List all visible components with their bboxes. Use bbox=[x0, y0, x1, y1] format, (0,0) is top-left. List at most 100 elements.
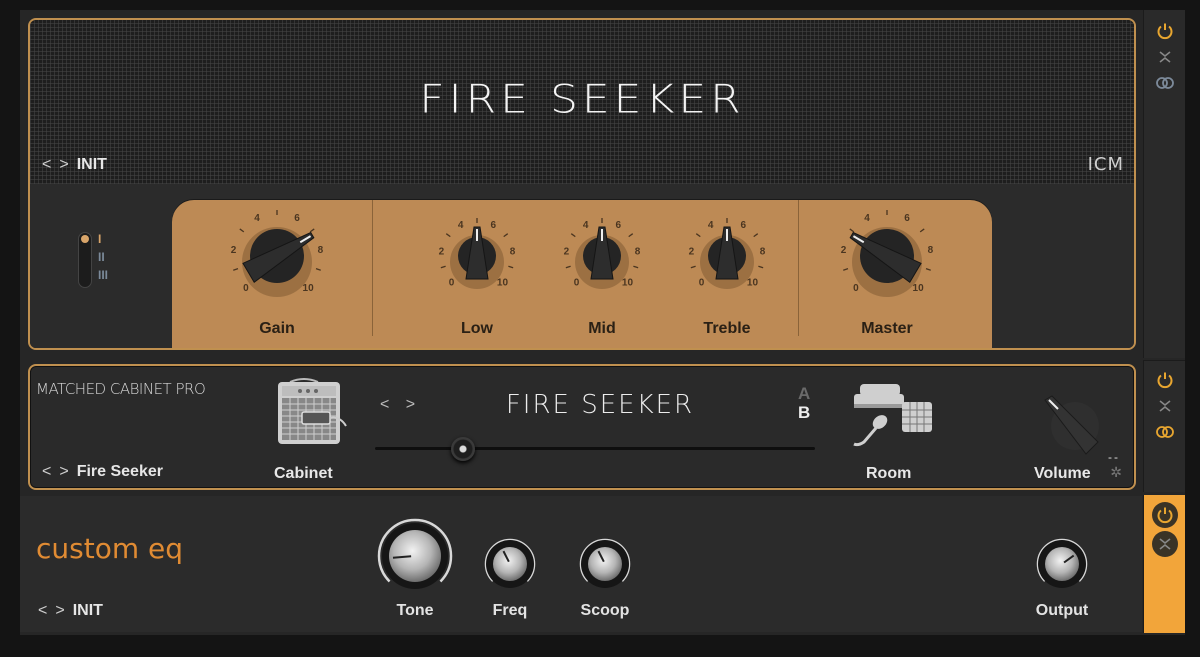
knob-label: Freq bbox=[492, 602, 528, 619]
room-icon[interactable] bbox=[850, 380, 940, 455]
knob-scale-label: 8 bbox=[635, 246, 641, 257]
prev-preset-button[interactable]: < bbox=[42, 463, 51, 481]
knob-scale-label: 0 bbox=[699, 277, 705, 288]
knob-label: Tone bbox=[396, 602, 434, 619]
knob-scale-label: 6 bbox=[904, 213, 910, 224]
next-preset-button[interactable]: > bbox=[59, 463, 68, 481]
link-icon[interactable] bbox=[1154, 421, 1176, 443]
slot-b-button[interactable]: B bbox=[798, 403, 810, 422]
eq-module-strip bbox=[1143, 495, 1185, 633]
switch-handle[interactable] bbox=[81, 235, 89, 243]
knob-gain[interactable]: 0 2 4 6 8 10 Gain bbox=[222, 206, 332, 346]
knob-master[interactable]: 0 2 4 6 8 10 Master bbox=[832, 206, 942, 346]
amp-module: FIRE SEEKER < > INIT ICM I II III 0 2 4 6 8 1… bbox=[28, 18, 1136, 350]
knob-tick bbox=[440, 265, 446, 269]
knob-label: Mid bbox=[588, 320, 616, 337]
knob-low[interactable]: 0 2 4 6 8 10 Low bbox=[422, 206, 532, 346]
brand-logo: ICM bbox=[1087, 154, 1124, 175]
knob-tick bbox=[843, 268, 849, 271]
room-label: Room bbox=[866, 465, 912, 482]
cabinet-icon[interactable] bbox=[272, 376, 352, 451]
link-icon[interactable] bbox=[1154, 72, 1176, 94]
knob-scale-label: 6 bbox=[294, 213, 300, 224]
amp-faceplate: 0 2 4 6 8 10 Gain 0 2 4 6 8 10 Low 0 2 4 6 8 10 Mid 0 2 4 6 8 10 Tr… bbox=[172, 200, 992, 348]
collapse-icon[interactable] bbox=[1151, 531, 1178, 557]
knob-scale-label: 4 bbox=[583, 220, 589, 231]
knob-scoop[interactable] bbox=[575, 534, 635, 599]
knob-label: Low bbox=[461, 320, 493, 337]
knob-scale-label: 8 bbox=[318, 245, 324, 256]
ab-selector: A B bbox=[798, 384, 810, 422]
knob-tick bbox=[315, 268, 321, 271]
knob-tick bbox=[445, 233, 451, 238]
power-icon[interactable] bbox=[1151, 502, 1178, 528]
cabinet-module-strip bbox=[1143, 360, 1185, 492]
amp-preset-name[interactable]: INIT bbox=[77, 156, 107, 174]
prev-preset-button[interactable]: < bbox=[38, 602, 47, 620]
collapse-icon[interactable] bbox=[1154, 395, 1176, 417]
volume-readout: -- bbox=[1108, 450, 1120, 464]
mic-position-slider-thumb[interactable] bbox=[451, 437, 475, 461]
knob-cap[interactable] bbox=[1045, 547, 1079, 581]
knob-tick bbox=[758, 265, 764, 269]
knob-cap[interactable] bbox=[389, 530, 441, 582]
knob-scale-label: 8 bbox=[510, 246, 516, 257]
volume-label: Volume bbox=[1034, 465, 1091, 482]
knob-tick bbox=[239, 228, 245, 233]
knob-tick bbox=[695, 233, 701, 238]
gear-icon[interactable]: ✲ bbox=[1110, 464, 1122, 481]
knob-cap[interactable] bbox=[493, 547, 527, 581]
knob-output[interactable] bbox=[1032, 534, 1092, 599]
knob-scale-label: 8 bbox=[928, 245, 934, 256]
knob-scale-label: 0 bbox=[449, 277, 455, 288]
knob-scale-label: 2 bbox=[231, 245, 237, 256]
next-preset-button[interactable]: > bbox=[55, 602, 64, 620]
channel-switch[interactable] bbox=[78, 232, 92, 288]
eq-preset-name[interactable]: INIT bbox=[73, 602, 103, 620]
knob-tick bbox=[919, 228, 925, 233]
knob-scale-label: 8 bbox=[760, 246, 766, 257]
knob-scale-label: 10 bbox=[913, 283, 925, 294]
knob-label: Master bbox=[861, 320, 913, 337]
knob-treble[interactable]: 0 2 4 6 8 10 Treble bbox=[672, 206, 782, 346]
faceplate-divider bbox=[372, 200, 373, 336]
eq-module: custom eq < > INIT Tone Freq Scoop Output bbox=[20, 496, 1142, 632]
cabinet-preset-name[interactable]: Fire Seeker bbox=[77, 463, 163, 481]
knob-label: Scoop bbox=[580, 602, 630, 619]
cabinet-name: FIRE SEEKER bbox=[505, 390, 695, 420]
knob-scale-label: 2 bbox=[841, 245, 847, 256]
cabinet-prev-next-buttons[interactable]: < > bbox=[380, 396, 421, 414]
knob-scale-label: 4 bbox=[254, 213, 260, 224]
amp-title: FIRE SEEKER bbox=[419, 76, 745, 123]
knob-mid[interactable]: 0 2 4 6 8 10 Mid bbox=[547, 206, 657, 346]
slot-a-button[interactable]: A bbox=[798, 384, 810, 403]
amp-preset-nav: < > INIT bbox=[42, 156, 107, 174]
next-preset-button[interactable]: > bbox=[59, 156, 68, 174]
knob-tick bbox=[503, 233, 509, 238]
knob-scale-label: 0 bbox=[574, 277, 580, 288]
knob-cap[interactable] bbox=[588, 547, 622, 581]
knob-scale-label: 0 bbox=[243, 283, 249, 294]
knob-tone[interactable] bbox=[373, 514, 457, 603]
knob-scale-label: 2 bbox=[564, 246, 570, 257]
cabinet-selector: < > FIRE SEEKER bbox=[380, 386, 810, 456]
knob-scale-label: 10 bbox=[303, 283, 315, 294]
amp-module-strip bbox=[1143, 10, 1185, 358]
eq-preset-nav: < > INIT bbox=[38, 602, 103, 620]
power-icon[interactable] bbox=[1154, 20, 1176, 42]
channel-label: II bbox=[98, 250, 105, 264]
channel-label: III bbox=[98, 268, 109, 282]
knob-label: Gain bbox=[259, 320, 295, 337]
collapse-icon[interactable] bbox=[1154, 46, 1176, 68]
knob-label: Treble bbox=[703, 320, 751, 337]
knob-tick bbox=[309, 228, 315, 233]
mic-position-slider[interactable] bbox=[375, 437, 815, 461]
knob-freq[interactable] bbox=[480, 534, 540, 599]
faceplate-divider bbox=[798, 200, 799, 336]
knob-tick bbox=[925, 268, 931, 271]
knob-tick bbox=[233, 268, 239, 271]
cabinet-module-title: MATCHED CABINET PRO bbox=[36, 380, 206, 398]
volume-knob[interactable] bbox=[1040, 394, 1110, 469]
prev-preset-button[interactable]: < bbox=[42, 156, 51, 174]
power-icon[interactable] bbox=[1154, 369, 1176, 391]
